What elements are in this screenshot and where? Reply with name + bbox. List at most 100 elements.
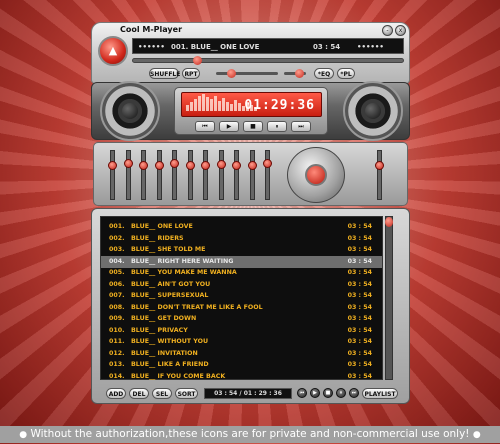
dial-center-icon — [305, 164, 327, 186]
playlist-row[interactable]: 005. BLUE__ YOU MAKE ME WANNA 03 : 54 — [101, 267, 382, 279]
playlist-row[interactable]: 004. BLUE__ RIGHT HERE WAITING 03 : 54 — [101, 255, 382, 268]
lcd-dots-right: •••••• — [357, 43, 384, 51]
eq-band-slider[interactable] — [232, 150, 241, 200]
stop-button[interactable]: ■ — [243, 121, 263, 132]
playlist-row[interactable]: 003. BLUE__ SHE TOLD ME 03 : 54 — [101, 244, 382, 256]
playlist-scrollbar[interactable] — [385, 216, 393, 380]
balance-slider[interactable] — [284, 69, 306, 78]
dial-knob[interactable] — [287, 147, 345, 203]
balance-knob[interactable] — [295, 69, 305, 78]
banner-dot-icon: ● — [19, 430, 28, 440]
playlist-row[interactable]: 006. BLUE__ AIN'T GOT YOU 03 : 54 — [101, 279, 382, 291]
previous-button[interactable]: ⏮ — [195, 121, 215, 132]
eq-band-knob[interactable] — [185, 161, 195, 171]
eq-band-knob[interactable] — [263, 159, 272, 169]
eq-toggle-button[interactable]: *EQ — [314, 68, 334, 79]
mini-play-button[interactable]: ▶ — [310, 388, 320, 398]
spectrum-bar — [202, 94, 205, 111]
track-duration: 03 : 54 — [347, 361, 372, 368]
playlist-scroll-knob[interactable] — [385, 217, 393, 227]
eq-band-slider[interactable] — [263, 150, 272, 200]
pause-button[interactable]: ⏸ — [267, 121, 287, 132]
playlist-row[interactable]: 002. BLUE__ RIDERS 03 : 54 — [101, 233, 382, 245]
playlist-row[interactable]: 013. BLUE__ LIKE A FRIEND 03 : 54 — [101, 359, 382, 371]
track-number: 003. — [109, 246, 125, 253]
mini-previous-button[interactable]: ⏮ — [297, 388, 307, 398]
eq-band-knob[interactable] — [139, 161, 148, 171]
eq-band-knob[interactable] — [170, 159, 179, 169]
playlist-toggle-button[interactable]: *PL — [337, 68, 355, 79]
playlist-row[interactable]: 007. BLUE__ SUPERSEXUAL 03 : 54 — [101, 290, 382, 302]
playlist-row[interactable]: 014. BLUE__ IF YOU COME BACK 03 : 54 — [101, 371, 382, 383]
track-duration: 03 : 54 — [347, 326, 372, 334]
eq-band-knob[interactable] — [123, 159, 133, 169]
track-duration: 03 : 54 — [347, 257, 372, 265]
spectrum-bar — [214, 96, 217, 111]
delete-button[interactable]: DEL — [129, 388, 149, 399]
eq-band-slider[interactable] — [108, 150, 117, 200]
track-number: 014. — [109, 372, 125, 380]
playlist-row[interactable]: 009. BLUE__ GET DOWN 03 : 54 — [101, 313, 382, 325]
add-button[interactable]: ADD — [106, 388, 126, 399]
eq-band-slider[interactable] — [123, 150, 133, 200]
minimize-button[interactable]: - — [382, 25, 393, 36]
track-title: BLUE__ WITHOUT YOU — [131, 338, 209, 345]
eq-band-slider[interactable] — [247, 150, 257, 200]
eq-band-slider[interactable] — [201, 150, 210, 200]
select-button[interactable]: SEL — [152, 388, 172, 399]
repeat-button[interactable]: RPT — [182, 68, 200, 79]
mini-play-icon: ▶ — [313, 390, 317, 396]
next-icon: ⏭ — [298, 123, 304, 130]
mini-stop-icon: ■ — [325, 390, 331, 396]
track-duration: 03 : 54 — [347, 223, 372, 230]
track-duration: 03 : 54 — [347, 315, 372, 322]
playlist-row[interactable]: 010. BLUE__ PRIVACY 03 : 54 — [101, 325, 382, 337]
playlist-time-display: 03 : 54 / 01 : 29 : 36 — [204, 388, 292, 399]
eq-band-slider[interactable] — [154, 150, 164, 200]
eq-band-slider[interactable] — [170, 150, 179, 200]
eq-band-knob[interactable] — [201, 161, 210, 171]
eq-band-knob[interactable] — [232, 161, 241, 171]
mini-next-button[interactable]: ⏭ — [349, 388, 359, 398]
eq-band-slider[interactable] — [185, 150, 195, 200]
seek-knob[interactable] — [193, 56, 203, 65]
volume-slider[interactable] — [216, 69, 278, 78]
track-title: BLUE__ IF YOU COME BACK — [131, 372, 226, 380]
play-button[interactable]: ▶ — [219, 121, 239, 132]
track-number: 007. — [109, 292, 125, 299]
playlist-row[interactable]: 008. BLUE__ DON'T TREAT ME LIKE A FOOL 03 … — [101, 302, 382, 314]
playlist-row[interactable]: 001. BLUE__ ONE LOVE 03 : 54 — [101, 221, 382, 233]
track-duration: 03 : 54 — [347, 269, 372, 276]
next-button[interactable]: ⏭ — [291, 121, 311, 132]
mini-pause-button[interactable]: ⏸ — [336, 388, 346, 398]
track-title: BLUE__ PRIVACY — [131, 326, 188, 334]
track-duration: 03 : 54 — [347, 292, 372, 299]
mini-stop-button[interactable]: ■ — [323, 388, 333, 398]
playlist: 001. BLUE__ ONE LOVE 03 : 54 002. BLUE__ RID… — [100, 216, 383, 380]
eq-band-knob[interactable] — [108, 161, 117, 171]
track-number: 005. — [109, 269, 125, 276]
track-number: 010. — [109, 326, 125, 334]
shuffle-button[interactable]: SHUFFLE — [149, 68, 180, 79]
track-title: BLUE__ ONE LOVE — [131, 223, 193, 230]
playlist-panel: 001. BLUE__ ONE LOVE 03 : 54 002. BLUE__ RID… — [91, 208, 410, 404]
eq-band-slider[interactable] — [139, 150, 148, 200]
volume-knob[interactable] — [226, 69, 236, 78]
spectrum-bar — [190, 102, 193, 111]
playlist-row[interactable]: 012. BLUE__ INVITATION 03 : 54 — [101, 348, 382, 360]
eq-band-slider[interactable] — [216, 150, 226, 200]
elapsed-time-display: 01:29:36 — [244, 98, 315, 113]
sort-button[interactable]: SORT — [175, 388, 198, 399]
playlist-row[interactable]: 011. BLUE__ WITHOUT YOU 03 : 54 — [101, 336, 382, 348]
eject-button[interactable]: ▲ — [98, 36, 128, 66]
track-duration: 03 : 54 — [347, 234, 372, 242]
close-button[interactable]: x — [395, 25, 406, 36]
eq-band-knob[interactable] — [247, 161, 257, 171]
seek-bar[interactable] — [132, 56, 404, 65]
eq-band-knob[interactable] — [216, 160, 226, 170]
spectrum-bar — [198, 96, 201, 111]
preamp-slider[interactable] — [375, 150, 384, 200]
playlist-button[interactable]: PLAYLIST — [362, 388, 398, 399]
eq-band-knob[interactable] — [154, 161, 164, 171]
preamp-knob[interactable] — [375, 161, 384, 171]
